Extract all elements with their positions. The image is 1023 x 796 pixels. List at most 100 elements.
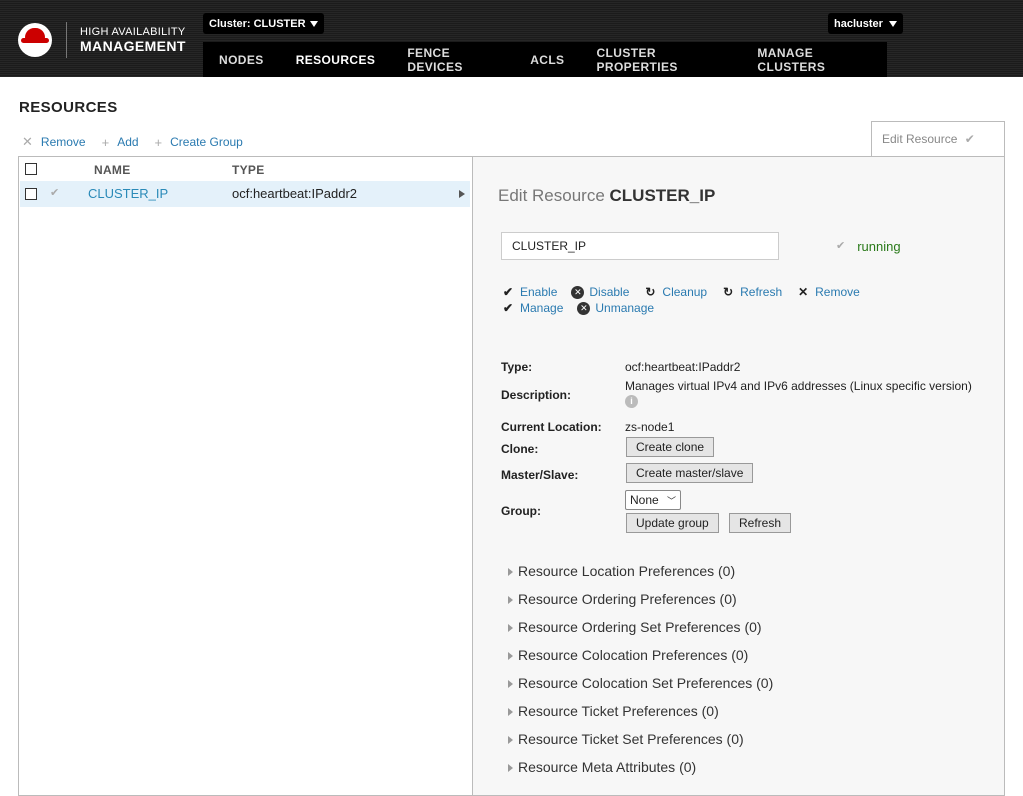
column-header-type[interactable]: TYPE — [232, 163, 265, 177]
create-clone-button[interactable]: Create clone — [626, 437, 715, 457]
chevron-down-icon: ﹀ — [666, 495, 676, 506]
chevron-right-icon — [508, 764, 513, 772]
resource-actions: ✔ Enable ✕ Disable ↻ Cleanup ↻ Refresh ✕… — [501, 284, 860, 316]
type-label: Type: — [501, 360, 533, 374]
disable-icon: ✕ — [571, 285, 585, 299]
group-select-value: None — [630, 493, 659, 507]
type-value: ocf:heartbeat:IPaddr2 — [625, 360, 741, 374]
description-label: Description: — [501, 388, 572, 402]
disable-label: Disable — [589, 285, 630, 299]
remove-resource-button[interactable]: ✕ Remove — [796, 284, 860, 300]
brand-logo[interactable]: HIGH AVAILABILITY MANAGEMENT — [18, 22, 186, 58]
refresh-label: Refresh — [740, 285, 783, 299]
current-location-value: zs-node1 — [625, 420, 675, 434]
edit-resource-panel: Edit Resource CLUSTER_IP CLUSTER_IP ✔ ru… — [472, 156, 1005, 796]
remove-resource-label: Remove — [815, 285, 860, 299]
user-menu[interactable]: hacluster — [828, 13, 903, 34]
add-button[interactable]: + Add — [102, 134, 139, 150]
tab-nodes[interactable]: NODES — [203, 53, 280, 67]
check-icon: ✔ — [502, 301, 514, 315]
info-icon[interactable]: i — [625, 395, 638, 408]
disable-button[interactable]: ✕ Disable — [571, 284, 629, 300]
group-select[interactable]: None ﹀ — [625, 490, 681, 510]
cleanup-button[interactable]: ↻ Cleanup — [643, 284, 707, 300]
close-icon: ✕ — [22, 134, 33, 149]
chevron-down-icon — [309, 20, 318, 27]
refresh-group-button[interactable]: Refresh — [729, 513, 792, 533]
edit-resource-tab[interactable]: Edit Resource ✔ — [871, 121, 1005, 157]
brand-line1: HIGH AVAILABILITY — [80, 25, 186, 38]
section-ticket-preferences[interactable]: Resource Ticket Preferences (0) — [508, 703, 773, 731]
unmanage-icon: ✕ — [577, 301, 591, 315]
select-all-checkbox[interactable] — [25, 163, 37, 175]
chevron-right-icon — [459, 190, 465, 198]
detail-title-prefix: Edit Resource — [498, 186, 605, 205]
unmanage-label: Unmanage — [595, 301, 655, 315]
section-location-preferences[interactable]: Resource Location Preferences (0) — [508, 563, 773, 591]
section-label: Resource Ticket Set Preferences (0) — [518, 731, 744, 747]
user-menu-label: hacluster — [834, 17, 883, 30]
resource-name-field[interactable]: CLUSTER_IP — [501, 232, 779, 260]
update-group-button[interactable]: Update group — [626, 513, 719, 533]
tab-cluster-properties[interactable]: CLUSTER PROPERTIES — [580, 46, 741, 74]
resource-toolbar: ✕ Remove + Add + Create Group — [22, 134, 243, 150]
tab-manage-clusters[interactable]: MANAGE CLUSTERS — [741, 46, 887, 74]
section-label: Resource Location Preferences (0) — [518, 563, 736, 579]
main-nav: NODES RESOURCES FENCE DEVICES ACLS CLUST… — [203, 42, 887, 77]
enable-button[interactable]: ✔ Enable — [501, 284, 557, 300]
section-label: Resource Ordering Set Preferences (0) — [518, 619, 762, 635]
section-colocation-set-preferences[interactable]: Resource Colocation Set Preferences (0) — [508, 675, 773, 703]
check-icon: ✔ — [836, 240, 846, 252]
resource-name-link[interactable]: CLUSTER_IP — [88, 186, 168, 201]
status-indicator: ✔ running — [836, 239, 901, 254]
section-label: Resource Ticket Preferences (0) — [518, 703, 719, 719]
tab-acls[interactable]: ACLS — [514, 53, 580, 67]
redhat-logo-icon — [18, 23, 54, 57]
remove-label: Remove — [40, 135, 86, 149]
cluster-selector[interactable]: Cluster: CLUSTER — [203, 13, 324, 34]
status-text: running — [857, 239, 901, 254]
refresh-action-button[interactable]: ↻ Refresh — [721, 284, 782, 300]
chevron-down-icon — [888, 20, 897, 27]
detail-title-name: CLUSTER_IP — [609, 186, 716, 205]
tab-resources[interactable]: RESOURCES — [280, 53, 392, 67]
check-icon: ✔ — [50, 187, 60, 199]
create-master-slave-button[interactable]: Create master/slave — [626, 463, 754, 483]
brand-line2: MANAGEMENT — [80, 38, 186, 55]
remove-button[interactable]: ✕ Remove — [22, 134, 86, 150]
row-checkbox[interactable] — [25, 188, 37, 200]
manage-button[interactable]: ✔ Manage — [501, 300, 563, 316]
section-ordering-set-preferences[interactable]: Resource Ordering Set Preferences (0) — [508, 619, 773, 647]
refresh-icon: ↻ — [723, 285, 734, 299]
tab-fence-devices[interactable]: FENCE DEVICES — [391, 46, 514, 74]
refresh-icon: ↻ — [645, 285, 656, 299]
resource-list: NAME TYPE ✔ CLUSTER_IP ocf:heartbeat:IPa… — [18, 156, 473, 796]
section-ticket-set-preferences[interactable]: Resource Ticket Set Preferences (0) — [508, 731, 773, 759]
section-ordering-preferences[interactable]: Resource Ordering Preferences (0) — [508, 591, 773, 619]
section-colocation-preferences[interactable]: Resource Colocation Preferences (0) — [508, 647, 773, 675]
edit-resource-tab-label: Edit Resource — [882, 132, 958, 146]
create-group-button[interactable]: + Create Group — [155, 134, 243, 150]
plus-icon: + — [101, 134, 110, 150]
resource-type: ocf:heartbeat:IPaddr2 — [232, 186, 358, 201]
table-row[interactable]: ✔ CLUSTER_IP ocf:heartbeat:IPaddr2 — [20, 181, 470, 207]
section-label: Resource Colocation Set Preferences (0) — [518, 675, 774, 691]
top-header: HIGH AVAILABILITY MANAGEMENT Cluster: CL… — [0, 0, 1023, 77]
chevron-right-icon — [508, 708, 513, 716]
brand-text: HIGH AVAILABILITY MANAGEMENT — [80, 26, 186, 55]
plus-icon: + — [154, 134, 163, 150]
chevron-right-icon — [508, 596, 513, 604]
cluster-selector-label: Cluster: CLUSTER — [209, 17, 306, 30]
chevron-right-icon — [508, 680, 513, 688]
column-header-name[interactable]: NAME — [94, 163, 131, 177]
group-label: Group: — [501, 504, 541, 518]
close-icon: ✕ — [798, 285, 809, 299]
manage-label: Manage — [520, 301, 564, 315]
chevron-right-icon — [508, 652, 513, 660]
section-label: Resource Meta Attributes (0) — [518, 759, 697, 775]
page-title: RESOURCES — [19, 99, 118, 116]
preference-sections: Resource Location Preferences (0) Resour… — [508, 563, 773, 787]
master-slave-label: Master/Slave: — [501, 468, 579, 482]
description-value: Manages virtual IPv4 and IPv6 addresses … — [625, 379, 972, 393]
unmanage-button[interactable]: ✕ Unmanage — [577, 300, 654, 316]
